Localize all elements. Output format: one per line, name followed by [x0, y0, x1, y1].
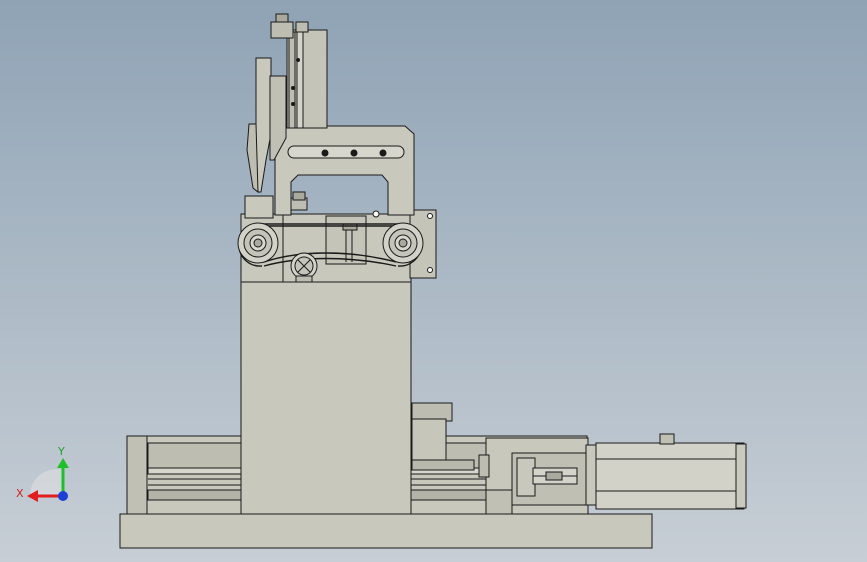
linear-module-assembly-drawing[interactable]: X Y — [0, 0, 867, 562]
left-pulley — [237, 222, 279, 264]
axis-triad: X Y — [16, 445, 69, 502]
base-plate — [119, 513, 653, 549]
z-axis-dot — [58, 491, 68, 501]
coupling-housing — [478, 437, 589, 515]
triad-y-label: Y — [57, 445, 65, 458]
cad-viewport[interactable]: X Y — [0, 0, 867, 562]
right-pulley — [382, 222, 424, 264]
triad-x-label: X — [16, 487, 24, 500]
servo-motor — [585, 433, 747, 510]
upper-frame — [274, 125, 415, 216]
vertical-column — [240, 281, 412, 515]
